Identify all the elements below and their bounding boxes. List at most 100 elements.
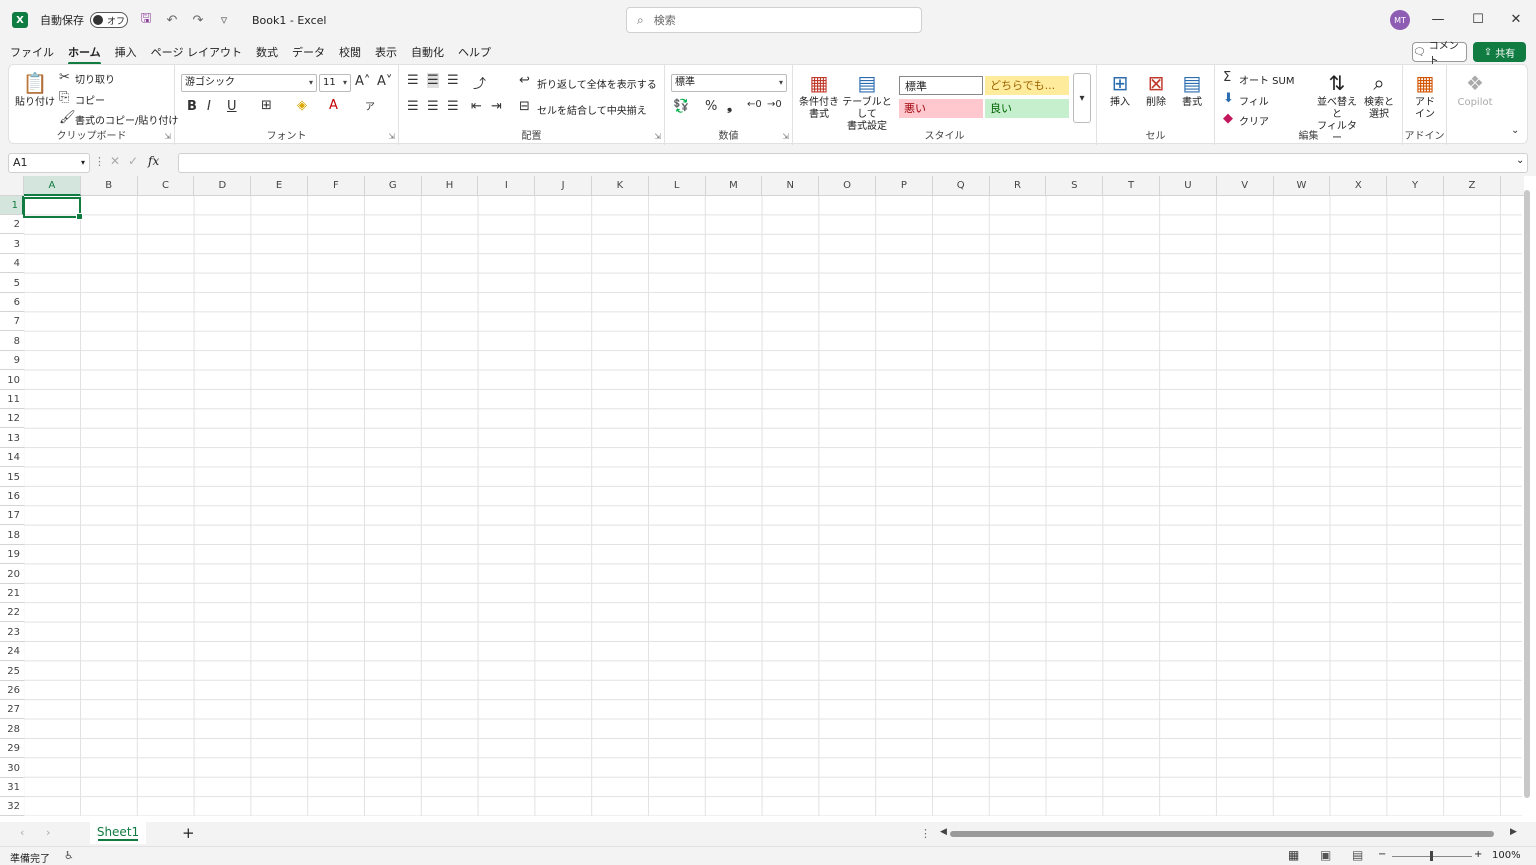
tab-page-layout[interactable]: ページ レイアウト — [151, 41, 242, 63]
row-header[interactable]: 26 — [0, 681, 24, 700]
align-top-icon[interactable]: ☰ — [407, 73, 419, 88]
row-header[interactable]: 29 — [0, 739, 24, 759]
row-header[interactable]: 6 — [0, 293, 24, 312]
row-header[interactable]: 12 — [0, 409, 24, 429]
align-middle-icon[interactable]: ☰ — [427, 73, 439, 88]
copilot-button[interactable]: ❖ Copilot — [1453, 69, 1497, 109]
column-header[interactable]: Y — [1387, 176, 1444, 196]
column-header[interactable]: Q — [933, 176, 990, 196]
style-bad[interactable]: 悪い — [899, 99, 983, 118]
select-all-corner[interactable] — [0, 176, 24, 196]
row-header[interactable]: 15 — [0, 468, 24, 487]
dialog-launcher-icon[interactable]: ⇲ — [782, 132, 789, 141]
autosave-toggle[interactable]: オフ — [90, 12, 128, 28]
row-header[interactable]: 9 — [0, 351, 24, 371]
maximize-button[interactable]: ☐ — [1458, 8, 1498, 32]
row-header[interactable]: 13 — [0, 429, 24, 448]
orientation-icon[interactable]: ⤴ — [473, 73, 486, 92]
zoom-level[interactable]: 100% — [1492, 850, 1521, 861]
decrease-decimal-icon[interactable]: →0 — [767, 99, 782, 110]
column-header[interactable]: O — [819, 176, 876, 196]
row-header[interactable]: 28 — [0, 720, 24, 739]
column-header[interactable]: Z — [1444, 176, 1501, 196]
sheet-tab-sheet1[interactable]: Sheet1 — [90, 822, 146, 844]
close-button[interactable]: ✕ — [1496, 8, 1536, 32]
save-icon[interactable]: 🖫 — [138, 9, 154, 31]
comment-button[interactable]: 🗨 コメント — [1412, 41, 1467, 67]
expand-formula-icon[interactable]: ⌄ — [1516, 155, 1524, 166]
row-header[interactable]: 4 — [0, 254, 24, 274]
row-header[interactable]: 18 — [0, 526, 24, 545]
row-header[interactable]: 24 — [0, 642, 24, 662]
copy-button[interactable]: コピー — [75, 92, 105, 107]
cut-button[interactable]: 切り取り — [75, 71, 115, 86]
column-header[interactable]: M — [706, 176, 763, 196]
row-header[interactable]: 17 — [0, 506, 24, 526]
share-button[interactable]: ⇪ 共有 — [1473, 42, 1526, 62]
increase-decimal-icon[interactable]: ←0 — [747, 99, 762, 110]
percent-button[interactable]: % — [705, 99, 717, 114]
accounting-icon[interactable]: 💱 — [673, 99, 689, 114]
customize-toolbar-icon[interactable]: ▿ — [216, 13, 232, 28]
addins-button[interactable]: ▦ アド イン — [1407, 69, 1443, 121]
row-header[interactable]: 7 — [0, 312, 24, 332]
accessibility-icon[interactable]: ♿ — [64, 849, 74, 862]
align-center-icon[interactable]: ☰ — [427, 99, 439, 114]
dialog-launcher-icon[interactable]: ⇲ — [654, 132, 661, 141]
fill-button[interactable]: フィル — [1239, 93, 1269, 108]
tab-view[interactable]: 表示 — [375, 41, 397, 63]
borders-icon[interactable]: ⊞ — [261, 98, 272, 113]
search-box[interactable]: ⌕ 検索 — [626, 7, 922, 33]
align-bottom-icon[interactable]: ☰ — [447, 73, 459, 88]
wrap-text-icon[interactable]: ↩ — [519, 73, 530, 88]
cancel-icon[interactable]: ✕ — [110, 154, 120, 168]
tab-formulas[interactable]: 数式 — [256, 41, 278, 63]
comma-button[interactable]: ❟ — [727, 99, 732, 114]
row-header[interactable]: 23 — [0, 623, 24, 642]
page-layout-view-icon[interactable]: ▣ — [1320, 848, 1331, 862]
delete-cells-button[interactable]: ⊠ 削除 — [1139, 69, 1173, 109]
scroll-left-icon[interactable]: ◀ — [940, 827, 947, 837]
tab-help[interactable]: ヘルプ — [458, 41, 491, 63]
underline-button[interactable]: U — [227, 99, 237, 114]
style-neutral[interactable]: どちらでも... — [985, 76, 1069, 95]
insert-function-button[interactable]: fx — [148, 154, 159, 168]
font-color-icon[interactable]: A — [329, 98, 338, 113]
column-header[interactable]: V — [1217, 176, 1274, 196]
wrap-text-button[interactable]: 折り返して全体を表示する — [537, 76, 657, 91]
row-header[interactable]: 8 — [0, 332, 24, 351]
format-painter-icon[interactable]: 🖌 — [59, 110, 76, 125]
row-header[interactable]: 20 — [0, 565, 24, 584]
cut-icon[interactable]: ✂ — [59, 70, 70, 85]
row-header[interactable]: 32 — [0, 797, 24, 817]
column-header[interactable]: P — [876, 176, 933, 196]
avatar[interactable]: MT — [1390, 10, 1410, 30]
format-as-table-button[interactable]: ▤ テーブルとして 書式設定 — [839, 69, 895, 133]
row-header[interactable]: 27 — [0, 700, 24, 720]
style-good[interactable]: 良い — [985, 99, 1069, 118]
clear-icon[interactable]: ◆ — [1223, 111, 1233, 126]
column-header[interactable]: K — [592, 176, 649, 196]
row-header[interactable]: 1 — [0, 196, 24, 215]
ribbon-collapse-icon[interactable]: ⌄ — [1511, 125, 1519, 136]
active-cell[interactable] — [23, 197, 83, 220]
enter-icon[interactable]: ✓ — [128, 154, 138, 168]
increase-indent-icon[interactable]: ⇥ — [491, 99, 502, 114]
phonetic-icon[interactable]: ア — [365, 98, 375, 113]
column-header[interactable]: R — [990, 176, 1047, 196]
zoom-in-button[interactable]: + — [1474, 849, 1482, 860]
scroll-right-icon[interactable]: ▶ — [1510, 827, 1517, 837]
vertical-scroll-thumb[interactable] — [1524, 190, 1530, 798]
find-select-button[interactable]: ⌕ 検索と 選択 — [1361, 69, 1397, 121]
more-icon[interactable]: ⋮ — [94, 155, 105, 168]
next-sheet-icon[interactable]: › — [46, 826, 50, 839]
minimize-button[interactable]: — — [1418, 8, 1458, 32]
column-header[interactable]: A — [24, 176, 81, 196]
tab-file[interactable]: ファイル — [10, 41, 54, 63]
style-normal[interactable]: 標準 — [899, 76, 983, 95]
zoom-out-button[interactable]: − — [1378, 849, 1386, 860]
column-header[interactable]: X — [1330, 176, 1388, 196]
column-header[interactable]: H — [422, 176, 479, 196]
increase-font-icon[interactable]: A˄ — [355, 74, 370, 89]
paste-button[interactable]: 📋 貼り付け — [15, 69, 55, 109]
